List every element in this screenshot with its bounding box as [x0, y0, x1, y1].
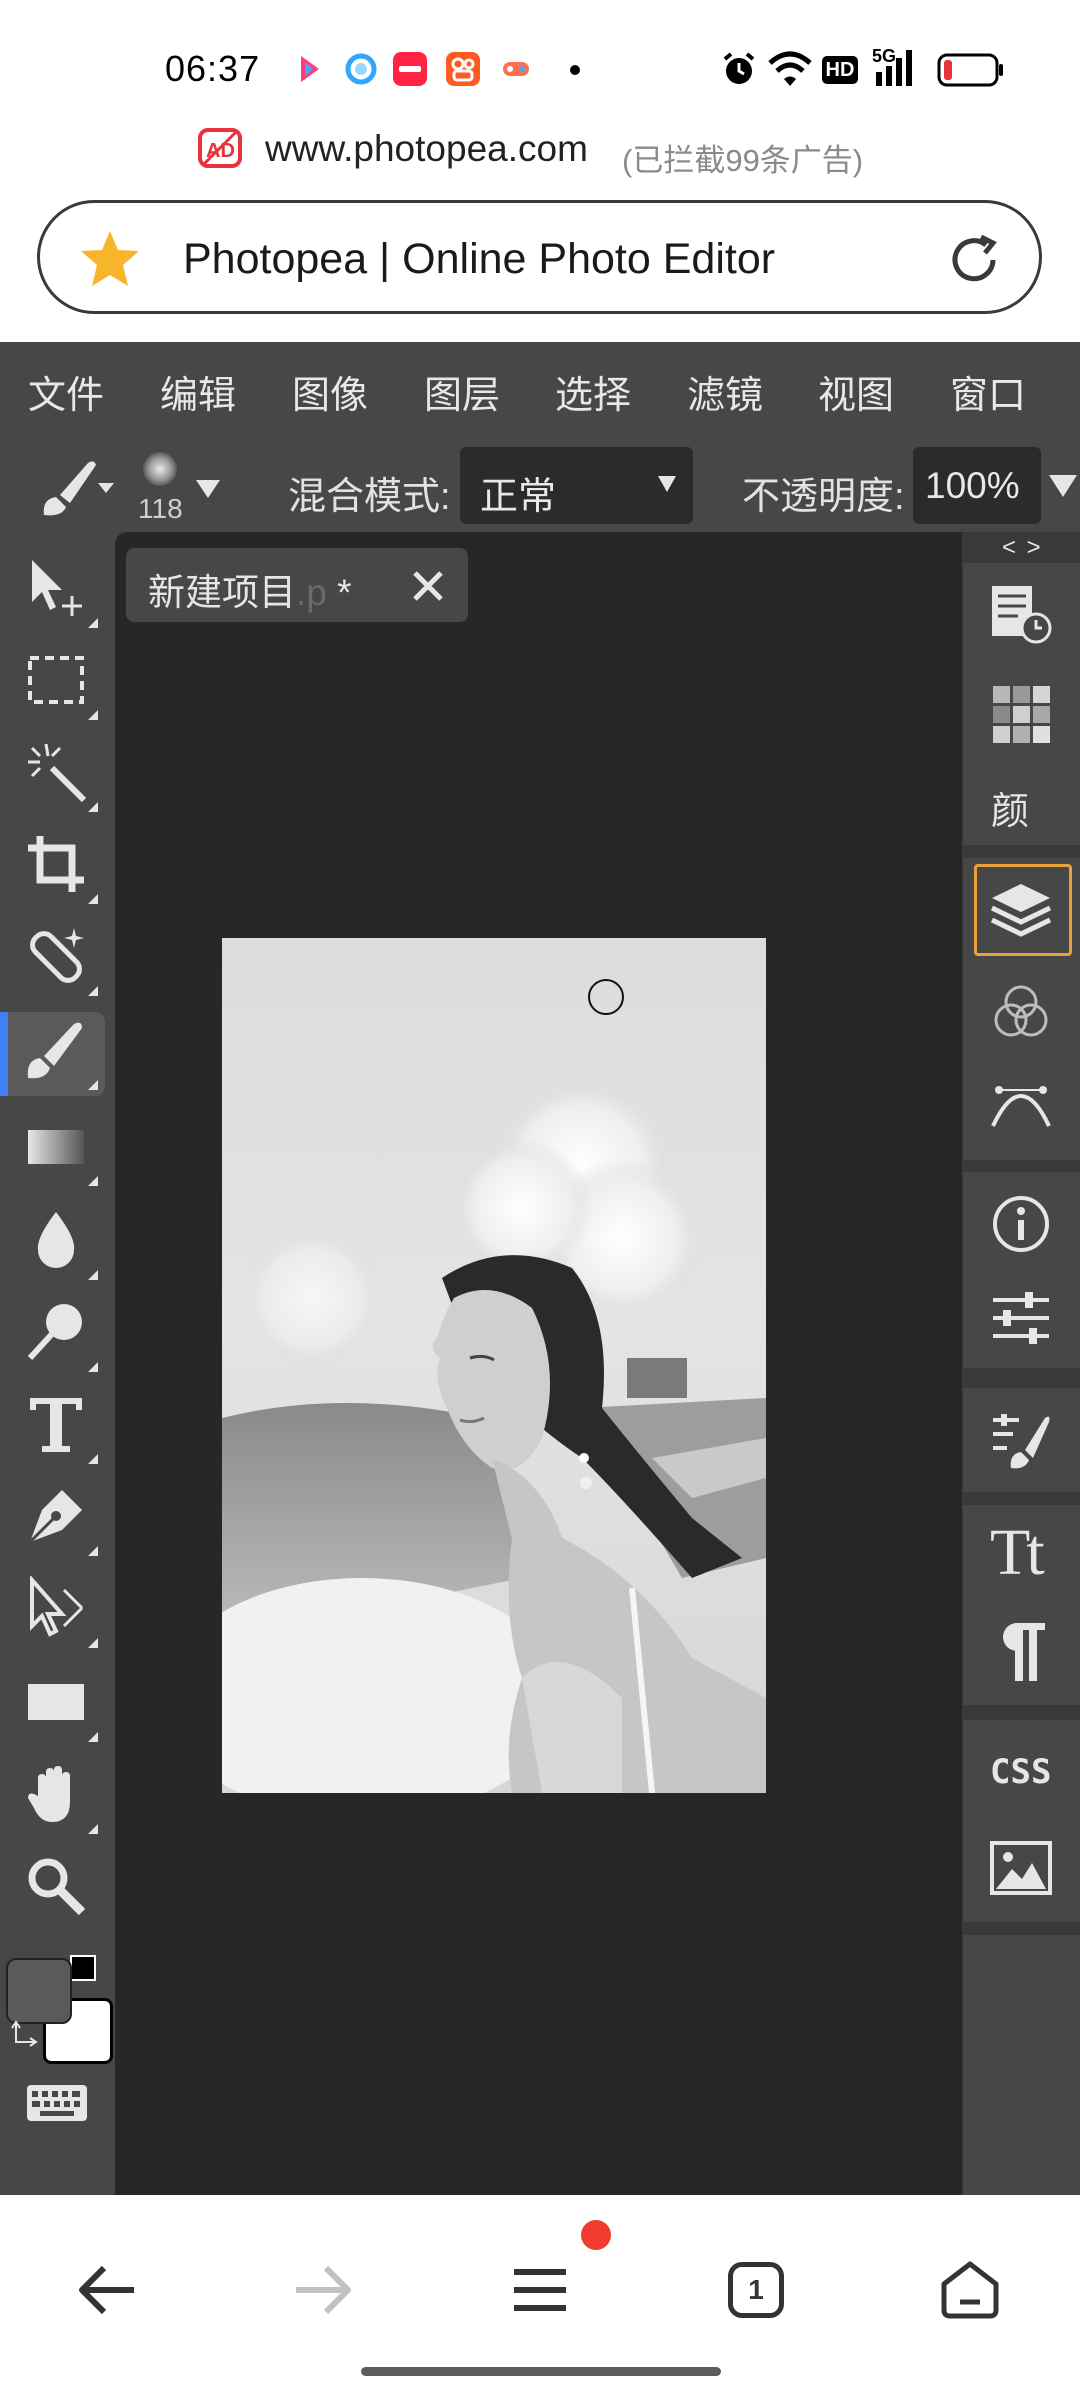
tab-count: 1: [728, 2262, 784, 2318]
opacity-label: 不透明度:: [742, 476, 905, 518]
menu-image[interactable]: 图像: [292, 364, 368, 419]
gradient-tool-icon[interactable]: [20, 1110, 98, 1186]
blend-mode-select[interactable]: 正常: [460, 447, 693, 524]
menu-notification-dot: [581, 2220, 611, 2250]
color-panel-tab[interactable]: 颜: [991, 780, 1029, 835]
panel-collapse-toggle[interactable]: < >: [1002, 534, 1043, 562]
pen-tool-icon[interactable]: [20, 1480, 98, 1556]
brush-tip-icon[interactable]: [143, 452, 177, 486]
zoom-tool-icon[interactable]: [20, 1850, 92, 1922]
opacity-dropdown-icon[interactable]: [1048, 474, 1078, 503]
gesture-bar[interactable]: [361, 2367, 721, 2376]
blur-tool-icon[interactable]: [20, 1204, 98, 1280]
menu-view[interactable]: 视图: [818, 364, 894, 419]
brush-size-dropdown-icon[interactable]: [194, 478, 222, 505]
back-button[interactable]: [58, 2240, 158, 2340]
history-panel-icon[interactable]: [985, 578, 1057, 650]
default-colors-icon[interactable]: [70, 1955, 96, 1981]
wifi-icon: [767, 50, 813, 93]
address-bar[interactable]: Photopea | Online Photo Editor: [37, 200, 1042, 314]
active-tool-indicator: [0, 1012, 8, 1096]
reload-icon[interactable]: [945, 231, 1003, 294]
notification-dot: [570, 65, 580, 75]
menu-window[interactable]: 窗口: [950, 364, 1026, 419]
ads-blocked-count: (已拦截99条广告): [622, 143, 864, 178]
swap-colors-icon[interactable]: [10, 2020, 42, 2057]
menu-filter[interactable]: 滤镜: [687, 364, 763, 419]
paths-panel-icon[interactable]: [985, 1070, 1057, 1142]
status-time: 06:37: [165, 48, 261, 89]
home-button[interactable]: [920, 2240, 1020, 2340]
bilibili-icon: [292, 52, 326, 86]
tabs-button[interactable]: 1: [706, 2240, 806, 2340]
star-icon[interactable]: [78, 228, 142, 295]
css-panel-icon[interactable]: CSS: [990, 1752, 1051, 1792]
brush-settings-panel-icon[interactable]: [985, 1404, 1057, 1476]
menu-button[interactable]: [490, 2240, 590, 2340]
game-center-icon: [499, 52, 533, 86]
opacity-value: 100%: [925, 465, 1020, 506]
dodge-tool-icon[interactable]: [20, 1296, 98, 1372]
type-tool-icon[interactable]: [20, 1388, 98, 1464]
kuaishou-icon: [446, 52, 480, 86]
ad-block-icon[interactable]: AD: [198, 128, 242, 168]
info-panel-icon[interactable]: [985, 1188, 1057, 1260]
menu-select[interactable]: 选择: [555, 364, 631, 419]
properties-panel-icon[interactable]: [985, 1282, 1057, 1354]
document-modified: *: [337, 572, 352, 613]
close-icon[interactable]: [412, 570, 444, 607]
document-name-text: 新建项目: [148, 572, 296, 613]
document-name: 新建项目.p *: [148, 562, 352, 616]
foreground-color-swatch[interactable]: [6, 1958, 72, 2024]
brush-size[interactable]: 118: [138, 493, 183, 525]
hand-tool-icon[interactable]: [20, 1758, 98, 1834]
xiaohongshu-icon: [393, 52, 427, 86]
magic-wand-tool-icon[interactable]: [20, 736, 98, 812]
qq-browser-icon: [344, 52, 378, 86]
opacity-field[interactable]: 100%: [913, 447, 1041, 524]
document-tab[interactable]: 新建项目.p *: [126, 548, 468, 622]
5g-signal-icon: 5G: [872, 46, 924, 90]
panel-group-empty: [963, 1935, 1080, 2195]
brush-cursor: [588, 979, 624, 1015]
healing-tool-icon[interactable]: [20, 920, 98, 996]
document-ext: .p: [296, 572, 327, 613]
rectangle-tool-icon[interactable]: [20, 1666, 98, 1742]
image-panel-icon[interactable]: [985, 1832, 1057, 1904]
url-domain[interactable]: www.photopea.com: [265, 128, 588, 170]
blend-mode-dropdown-icon: [657, 475, 677, 498]
channels-panel-icon[interactable]: [985, 976, 1057, 1048]
paragraph-panel-icon[interactable]: [985, 1615, 1057, 1687]
battery-icon: [937, 53, 1005, 92]
forward-button[interactable]: [272, 2240, 372, 2340]
move-tool-icon[interactable]: [20, 552, 98, 628]
brush-tool-icon[interactable]: [20, 1014, 98, 1090]
swatches-panel-icon[interactable]: [985, 678, 1057, 750]
page-title: Photopea | Online Photo Editor: [183, 235, 776, 283]
character-panel-icon[interactable]: Tt: [990, 1515, 1045, 1591]
menu-file[interactable]: 文件: [28, 364, 104, 419]
path-select-tool-icon[interactable]: [20, 1572, 98, 1648]
blend-mode-value: 正常: [480, 476, 557, 518]
alarm-icon: [720, 50, 758, 93]
crop-tool-icon[interactable]: [20, 828, 98, 904]
blend-mode-label: 混合模式:: [288, 476, 451, 518]
menu-layer[interactable]: 图层: [424, 364, 500, 419]
menu-edit[interactable]: 编辑: [160, 364, 236, 419]
document-canvas-image[interactable]: [222, 938, 766, 1793]
hd-icon: HD: [822, 56, 858, 84]
layers-panel-icon[interactable]: [985, 874, 1057, 946]
keyboard-icon[interactable]: [26, 2084, 88, 2127]
marquee-tool-icon[interactable]: [20, 644, 98, 720]
brush-preset-icon[interactable]: [36, 455, 116, 526]
